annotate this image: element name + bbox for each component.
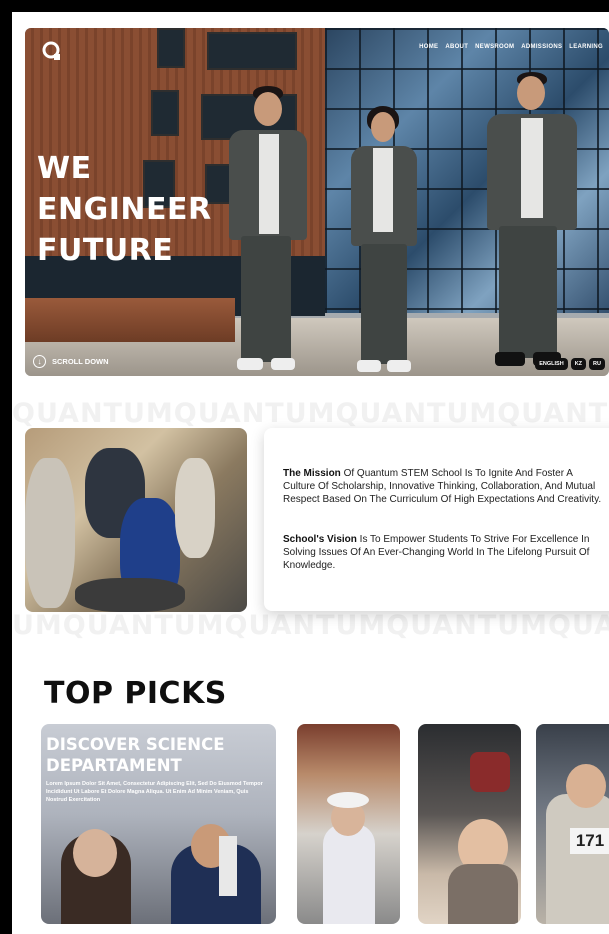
top-picks-heading: TOP PICKS — [44, 676, 227, 711]
pick-card[interactable] — [297, 724, 400, 924]
scroll-down-label: SCROLL DOWN — [52, 357, 109, 366]
nav-newsroom[interactable]: NEWSROOM — [475, 44, 514, 50]
lang-ru-button[interactable]: RU — [589, 358, 605, 370]
student-figure — [215, 86, 315, 376]
arrow-down-icon: ↓ — [33, 355, 46, 368]
vision-paragraph: School's Vision Is To Empower Students T… — [283, 533, 605, 572]
mission-card: The Mission Of Quantum STEM School Is To… — [264, 428, 609, 611]
student-figure — [343, 106, 423, 376]
pick-title: DISCOVER SCIENCE DEPARTAMENT — [46, 734, 225, 776]
lang-english-button[interactable]: ENGLISH — [535, 358, 568, 370]
hero-headline: WE ENGINEER FUTURE — [37, 148, 212, 271]
headline-line: WE — [37, 151, 92, 186]
page: HOME ABOUT NEWSROOM ADMISSIONS LEARNING … — [12, 12, 609, 934]
nav-home[interactable]: HOME — [419, 44, 438, 50]
pick-card[interactable]: 171 — [536, 724, 609, 924]
race-number: 171 — [570, 828, 609, 854]
quantum-logo-icon[interactable] — [41, 40, 63, 62]
pick-card-science[interactable]: DISCOVER SCIENCE DEPARTAMENT Lorem Ipsum… — [41, 724, 276, 924]
nav-admissions[interactable]: ADMISSIONS — [521, 44, 562, 50]
lang-kz-button[interactable]: KZ — [570, 358, 587, 370]
main-nav: HOME ABOUT NEWSROOM ADMISSIONS LEARNING — [419, 44, 603, 50]
language-switcher: ENGLISH KZ RU — [535, 358, 605, 370]
vision-title: School's Vision — [283, 534, 357, 545]
pick-title-line: DISCOVER SCIENCE — [46, 735, 225, 754]
scroll-down-button[interactable]: ↓ SCROLL DOWN — [33, 355, 109, 368]
headline-line: ENGINEER — [37, 192, 212, 227]
student-figure — [473, 72, 583, 372]
watermark-text: UMQUANTUMQUANTUMQUANTUMQUANTU — [12, 610, 609, 641]
mission-title: The Mission — [283, 468, 341, 479]
pick-description: Lorem Ipsum Dolor Sit Amet, Consectetur … — [46, 781, 263, 803]
pick-title-line: DEPARTAMENT — [46, 756, 182, 775]
nav-learning[interactable]: LEARNING — [569, 44, 603, 50]
mission-paragraph: The Mission Of Quantum STEM School Is To… — [283, 467, 605, 506]
headline-line: FUTURE — [37, 233, 174, 268]
watermark-text: QUANTUMQUANTUMQUANTUMQUANTUM — [12, 398, 609, 429]
hero-banner: HOME ABOUT NEWSROOM ADMISSIONS LEARNING … — [25, 28, 609, 376]
nav-about[interactable]: ABOUT — [445, 44, 468, 50]
pick-card[interactable] — [418, 724, 521, 924]
wooden-bench — [25, 298, 235, 342]
classroom-photo — [25, 428, 247, 612]
